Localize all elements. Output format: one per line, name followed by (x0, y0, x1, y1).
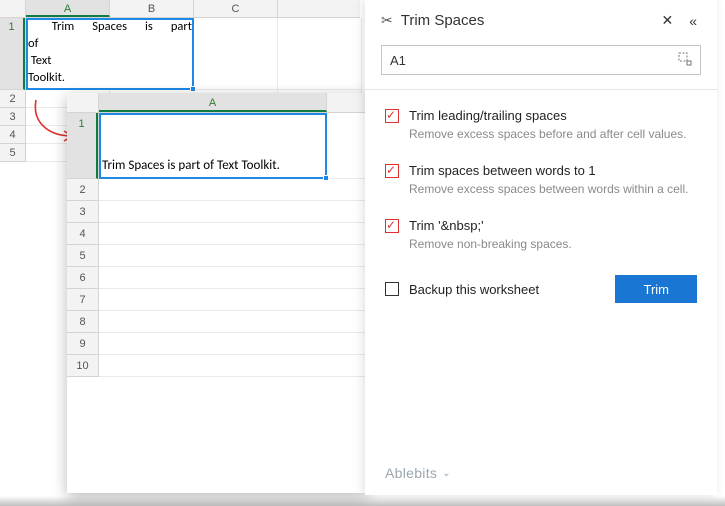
result-worksheet: A 1 2 3 4 5 6 7 8 9 10 Trim Spaces is pa… (67, 93, 367, 493)
col-header-a[interactable]: A (26, 0, 110, 17)
row-header-7[interactable]: 7 (67, 289, 98, 311)
panel-title: Trim Spaces (401, 12, 650, 29)
brand-link[interactable]: Ablebits⌄ (385, 465, 451, 481)
row-header-3[interactable]: 3 (67, 201, 98, 223)
row-header-10[interactable]: 10 (67, 355, 98, 377)
row-header-1[interactable]: 1 (67, 113, 98, 179)
row-header-5[interactable]: 5 (67, 245, 98, 267)
option-label: Trim leading/trailing spaces (409, 108, 567, 123)
select-range-icon[interactable] (678, 52, 692, 69)
collapse-button[interactable]: « (685, 13, 701, 29)
option-label: Trim spaces between words to 1 (409, 163, 596, 178)
fill-handle[interactable] (323, 175, 329, 181)
row-header-4[interactable]: 4 (0, 126, 25, 144)
row-header-4[interactable]: 4 (67, 223, 98, 245)
column-headers: A B C (0, 0, 360, 18)
row-header-3[interactable]: 3 (0, 108, 25, 126)
row-header-9[interactable]: 9 (67, 333, 98, 355)
backup-label: Backup this worksheet (409, 282, 605, 297)
row-header-2[interactable]: 2 (67, 179, 98, 201)
checkbox-backup[interactable] (385, 282, 399, 296)
checkbox-nbsp[interactable] (385, 219, 399, 233)
option-desc: Remove non-breaking spaces. (409, 237, 697, 251)
scissors-icon: ✂ (381, 12, 393, 29)
trim-button[interactable]: Trim (615, 275, 697, 303)
row-header-1[interactable]: 1 (0, 18, 25, 90)
col-header-c[interactable]: C (194, 0, 278, 17)
range-input-wrapper[interactable] (381, 45, 701, 75)
range-input[interactable] (390, 53, 678, 68)
trim-spaces-panel: ✂ Trim Spaces ✕ « Trim leading/trailing … (365, 0, 717, 495)
selection-box[interactable] (99, 113, 327, 179)
row-header-6[interactable]: 6 (67, 267, 98, 289)
option-desc: Remove excess spaces before and after ce… (409, 127, 697, 141)
row-header-2[interactable]: 2 (0, 90, 25, 108)
row-headers: 1 2 3 4 5 (0, 18, 26, 162)
source-cell-text: Trim Spaces is part of Text Toolkit. (28, 18, 192, 86)
checkbox-leading-trailing[interactable] (385, 109, 399, 123)
close-button[interactable]: ✕ (657, 12, 677, 29)
option-desc: Remove excess spaces between words withi… (409, 182, 697, 196)
col-header-b[interactable]: B (110, 0, 194, 17)
col-header-a[interactable]: A (99, 93, 327, 112)
chevron-down-icon: ⌄ (442, 468, 451, 479)
checkbox-between-words[interactable] (385, 164, 399, 178)
row-header-8[interactable]: 8 (67, 311, 98, 333)
option-label: Trim '&nbsp;' (409, 218, 484, 233)
shadow (0, 496, 725, 506)
row-header-5[interactable]: 5 (0, 144, 25, 162)
